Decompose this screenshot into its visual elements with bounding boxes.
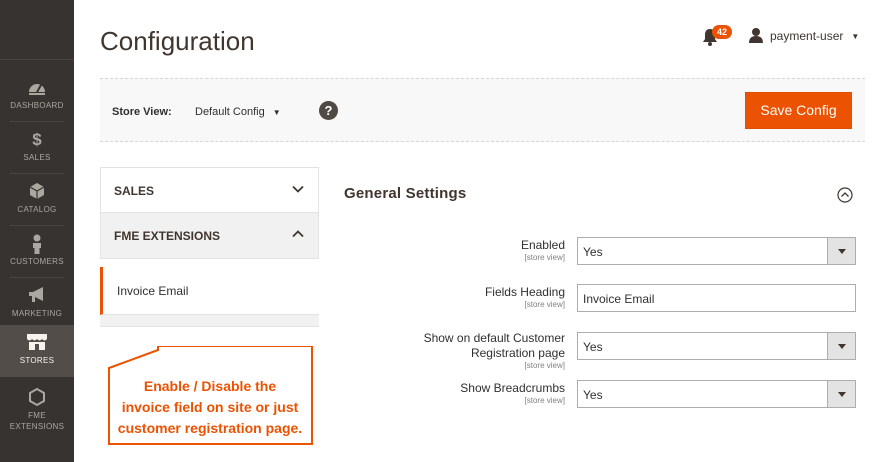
nav-dashboard[interactable]: DASHBOARD (0, 70, 74, 122)
scope-label: [store view] (524, 396, 565, 405)
nav-stores[interactable]: STORES (0, 325, 74, 377)
user-account-menu[interactable]: payment-user ▼ (748, 27, 859, 45)
dropdown-arrow-icon (827, 333, 855, 359)
nav-dashboard-label: DASHBOARD (10, 101, 64, 110)
store-view-label: Store View: (112, 106, 172, 118)
show-on-registration-value: Yes (583, 340, 603, 354)
tab-sales-label: SALES (114, 184, 155, 198)
nav-customers-label: CUSTOMERS (10, 257, 64, 266)
tab-item-invoice-email-label: Invoice Email (117, 284, 189, 298)
section-title[interactable]: General Settings (344, 185, 466, 202)
notification-count-badge[interactable]: 42 (712, 25, 732, 39)
page-title: Configuration (100, 26, 255, 56)
user-name: payment-user (770, 29, 844, 43)
field-label-fields-heading: Fields Heading [store view] (485, 285, 565, 310)
nav-marketing[interactable]: MARKETING (0, 278, 74, 330)
nav-fme-extensions[interactable]: FME EXTENSIONS (0, 380, 74, 440)
store-view-switcher[interactable]: Default Config ▼ (195, 106, 281, 118)
show-breadcrumbs-value: Yes (583, 388, 603, 402)
nav-sales-label: SALES (23, 153, 51, 162)
fields-heading-value: Invoice Email (583, 292, 655, 306)
scope-label: [store view] (524, 300, 565, 309)
user-icon (748, 27, 764, 46)
tab-fme-extensions-label: FME EXTENSIONS (114, 229, 221, 243)
nav-stores-label: STORES (19, 356, 55, 365)
caret-down-icon: ▼ (851, 31, 860, 41)
field-label-show-breadcrumbs: Show Breadcrumbs [store view] (460, 381, 565, 406)
chevron-up-icon (292, 230, 304, 238)
nav-catalog-label: CATALOG (17, 205, 57, 214)
fields-heading-label: Fields Heading (484, 285, 565, 299)
nav-fme-extensions-label: FME EXTENSIONS (9, 411, 65, 431)
nav-catalog[interactable]: CATALOG (0, 174, 74, 226)
megaphone-icon (0, 286, 74, 308)
admin-sidebar: DASHBOARD $ SALES CATALOG CUSTOMERS MARK… (0, 0, 74, 462)
field-label-enabled: Enabled [store view] (521, 238, 565, 263)
callout-text: Enable / Disable the invoice field on si… (110, 376, 310, 439)
save-config-button[interactable]: Save Config (745, 92, 852, 129)
nav-marketing-label: MARKETING (11, 309, 63, 318)
scope-label: [store view] (524, 361, 565, 370)
caret-down-icon: ▼ (272, 107, 281, 117)
store-view-bar: Store View: Default Config ▼ ? Save Conf… (100, 78, 865, 142)
config-tabs: SALES FME EXTENSIONS Invoice Email (100, 167, 319, 327)
dashboard-icon (0, 78, 74, 100)
enabled-select[interactable]: Yes (577, 237, 856, 265)
logo[interactable] (0, 0, 74, 60)
chevron-down-icon (292, 185, 304, 193)
help-icon[interactable]: ? (319, 101, 338, 120)
nav-sales[interactable]: $ SALES (0, 122, 74, 174)
dollar-icon: $ (32, 130, 42, 149)
person-icon (0, 234, 74, 256)
scope-label: [store view] (524, 253, 565, 262)
enabled-label: Enabled (520, 238, 565, 252)
tab-sales[interactable]: SALES (100, 167, 319, 213)
show-on-registration-label-line1: Show on default Customer (423, 331, 565, 345)
show-breadcrumbs-select[interactable]: Yes (577, 380, 856, 408)
store-icon (0, 333, 74, 355)
callout-line-2: invoice field on site or just (121, 399, 299, 415)
store-view-selected: Default Config (195, 106, 265, 118)
show-breadcrumbs-label: Show Breadcrumbs (460, 381, 565, 395)
tab-group-footer (100, 315, 319, 327)
box-icon (0, 182, 74, 204)
enabled-value: Yes (583, 245, 603, 259)
tab-fme-extensions[interactable]: FME EXTENSIONS (100, 213, 319, 259)
field-label-show-on-registration: Show on default Customer Registration pa… (424, 331, 565, 371)
show-on-registration-label-line2: Registration page (470, 346, 565, 360)
show-on-registration-select[interactable]: Yes (577, 332, 856, 360)
callout-line-1: Enable / Disable the (143, 378, 277, 394)
hexagon-icon (0, 387, 74, 410)
dropdown-arrow-icon (827, 238, 855, 264)
callout-line-3: customer registration page. (117, 420, 303, 436)
fields-heading-input[interactable]: Invoice Email (577, 284, 856, 312)
nav-customers[interactable]: CUSTOMERS (0, 226, 74, 278)
tab-item-invoice-email[interactable]: Invoice Email (100, 267, 319, 315)
dropdown-arrow-icon (827, 381, 855, 407)
collapse-circle-icon[interactable] (837, 187, 853, 203)
